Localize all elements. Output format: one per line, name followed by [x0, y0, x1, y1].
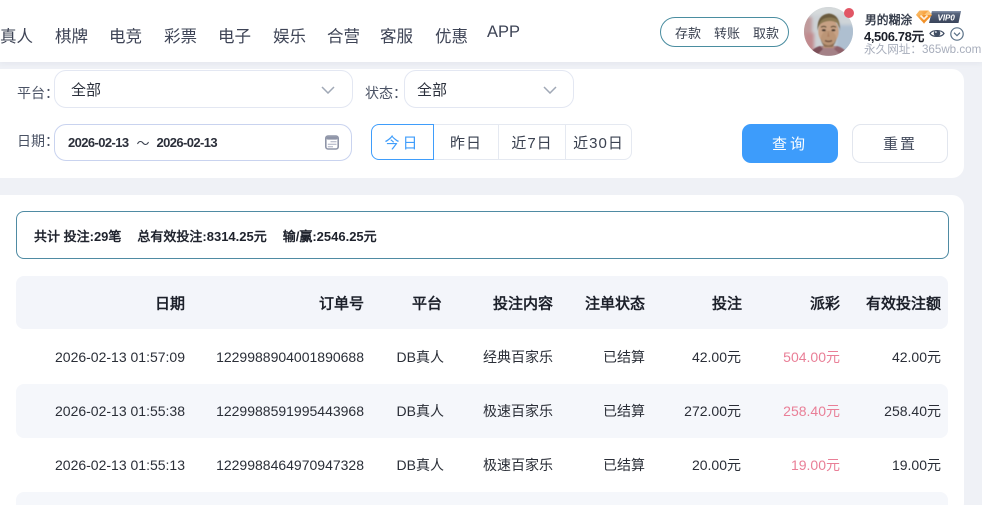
svg-text:VIP0: VIP0 — [938, 13, 956, 22]
